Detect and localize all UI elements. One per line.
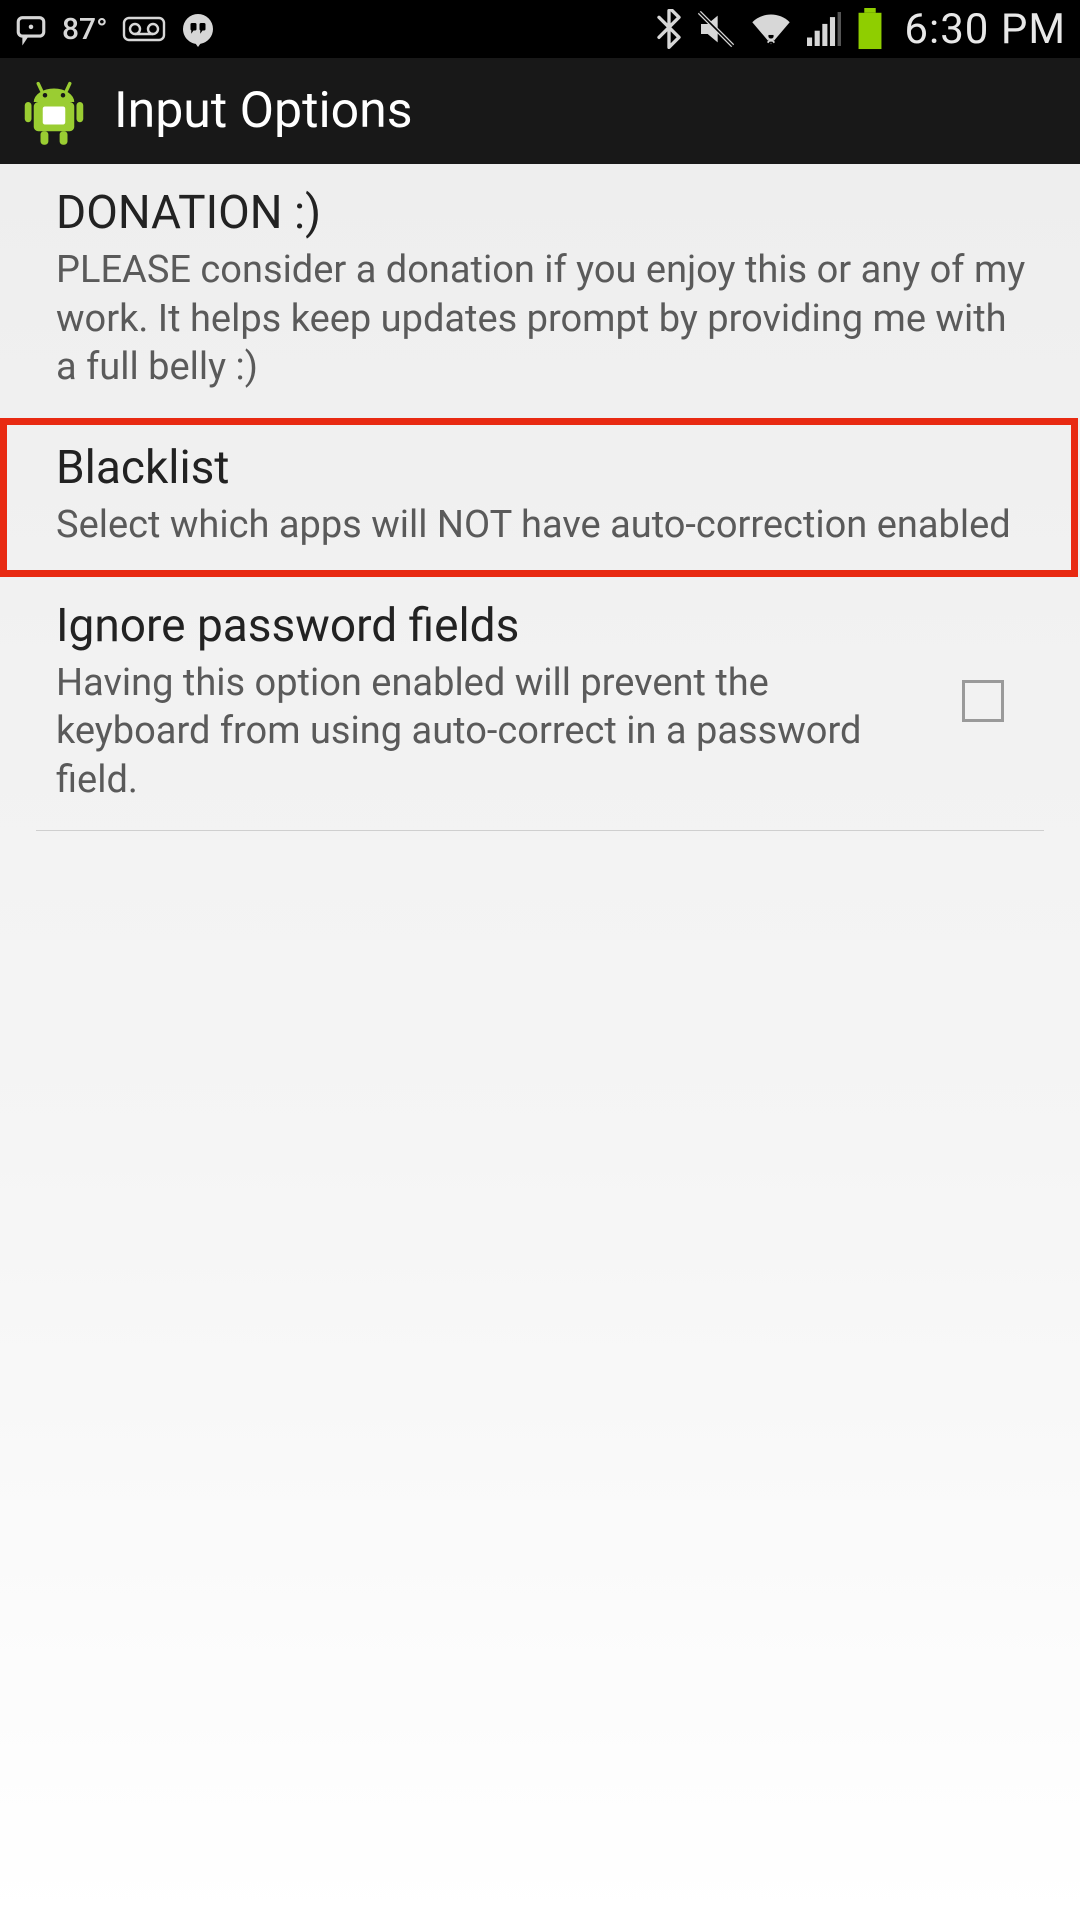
volume-mute-icon [696,9,736,49]
pref-blacklist-title: Blacklist [56,441,1025,495]
status-clock: 6:30 PM [904,5,1066,54]
divider [36,830,1044,831]
pref-ignore-password[interactable]: Ignore password fields Having this optio… [0,577,1080,831]
pref-donation-summary: PLEASE consider a donation if you enjoy … [56,246,1028,392]
pref-blacklist[interactable]: Blacklist Select which apps will NOT hav… [7,425,1071,570]
status-left: 87° [14,11,216,47]
voicemail-icon [122,15,166,43]
temperature: 87° [62,12,108,47]
bluetooth-icon [656,9,682,49]
wifi-icon [750,12,792,46]
cellular-signal-icon [806,12,842,46]
pref-donation[interactable]: DONATION :) PLEASE consider a donation i… [0,164,1080,418]
pref-blacklist-summary: Select which apps will NOT have auto-cor… [56,501,1025,550]
page-title: Input Options [114,82,413,140]
status-right: 6:30 PM [656,5,1066,54]
pref-donation-title: DONATION :) [56,186,1028,240]
preferences-list: DONATION :) PLEASE consider a donation i… [0,164,1080,831]
notification-chat-icon [14,12,48,46]
pref-ignore-password-title: Ignore password fields [56,599,922,653]
title-bar: Input Options [0,58,1080,164]
battery-icon [856,8,884,50]
pref-ignore-password-summary: Having this option enabled will prevent … [56,659,922,805]
android-robot-icon [18,75,90,147]
status-bar: 87° [0,0,1080,58]
ignore-password-checkbox[interactable] [962,680,1004,722]
hangouts-icon [180,11,216,47]
highlight-box: Blacklist Select which apps will NOT hav… [0,418,1078,577]
